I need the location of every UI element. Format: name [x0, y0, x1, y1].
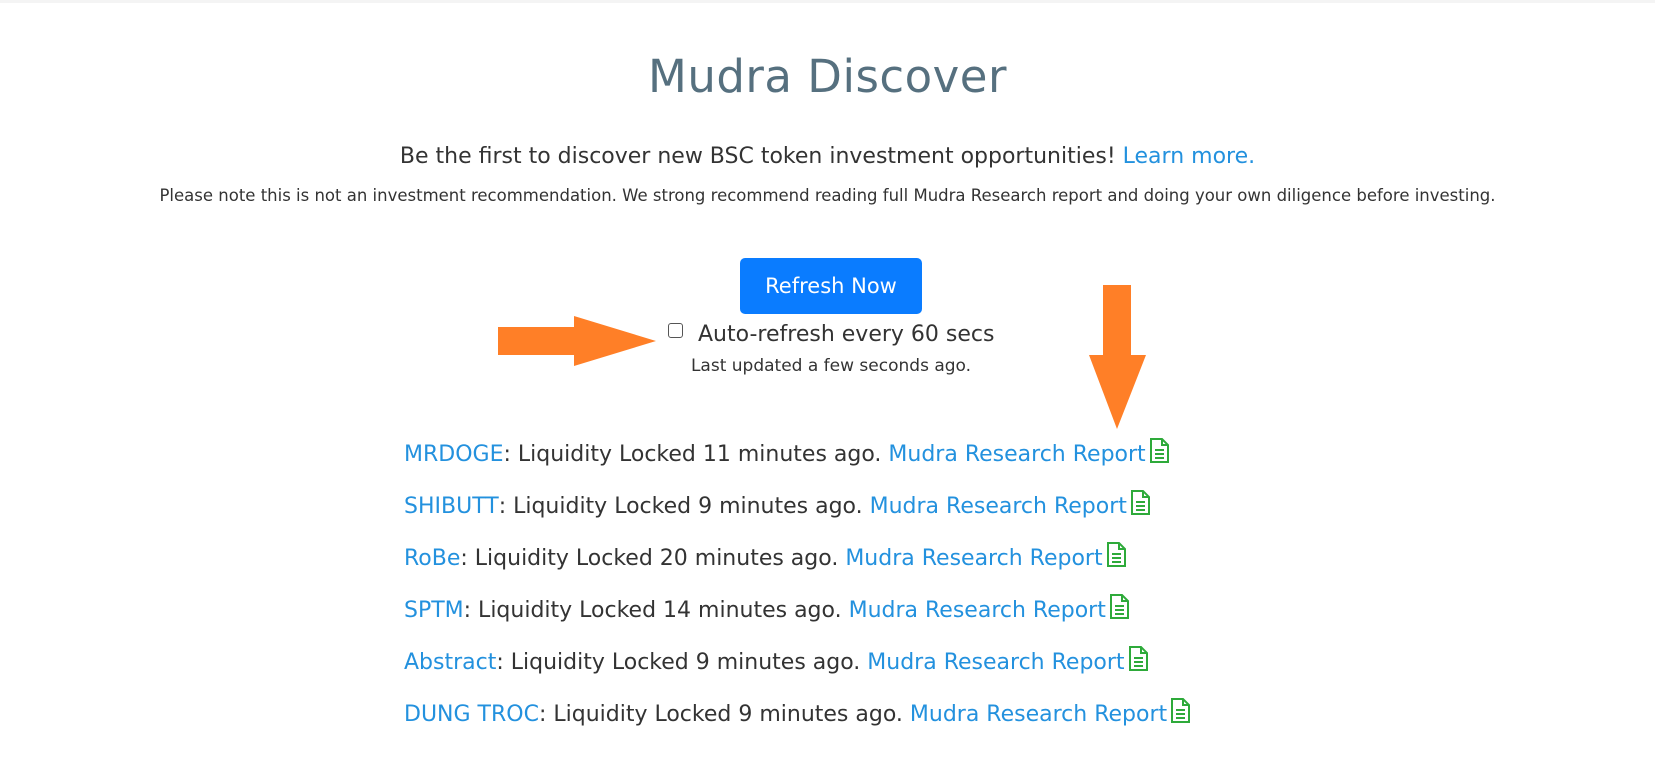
list-item: SHIBUTT : Liquidity Locked 9 minutes ago…: [404, 480, 1190, 532]
token-status: : Liquidity Locked 20 minutes ago.: [460, 545, 846, 571]
page: Mudra Discover Be the first to discover …: [0, 0, 1655, 763]
list-item: SPTM : Liquidity Locked 14 minutes ago. …: [404, 584, 1190, 636]
list-item: RoBe : Liquidity Locked 20 minutes ago. …: [404, 532, 1190, 584]
tagline: Be the first to discover new BSC token i…: [0, 144, 1655, 169]
token-status: : Liquidity Locked 11 minutes ago.: [503, 441, 889, 467]
report-link[interactable]: Mudra Research Report: [888, 442, 1145, 467]
learn-more-link[interactable]: Learn more.: [1123, 144, 1255, 169]
report-link[interactable]: Mudra Research Report: [845, 546, 1102, 571]
token-link[interactable]: RoBe: [404, 546, 460, 571]
file-text-icon[interactable]: [1128, 645, 1148, 671]
autorefresh-toggle[interactable]: Auto-refresh every 60 secs: [668, 318, 994, 350]
report-link[interactable]: Mudra Research Report: [870, 494, 1127, 519]
token-status: : Liquidity Locked 9 minutes ago.: [498, 493, 870, 519]
report-link[interactable]: Mudra Research Report: [910, 702, 1167, 727]
token-link[interactable]: DUNG TROC: [404, 702, 539, 727]
token-status: : Liquidity Locked 14 minutes ago.: [463, 597, 849, 623]
token-link[interactable]: SHIBUTT: [404, 494, 499, 519]
report-link[interactable]: Mudra Research Report: [867, 650, 1124, 675]
list-item: DUNG TROC : Liquidity Locked 9 minutes a…: [404, 688, 1191, 740]
page-title: Mudra Discover: [648, 50, 1007, 103]
tagline-text: Be the first to discover new BSC token i…: [399, 144, 1116, 169]
last-updated-text: Last updated a few seconds ago.: [690, 356, 972, 376]
report-link[interactable]: Mudra Research Report: [849, 598, 1106, 623]
arrow-icon: [1089, 285, 1146, 429]
file-text-icon[interactable]: [1109, 593, 1129, 619]
arrow-icon: [498, 316, 656, 366]
token-status: : Liquidity Locked 9 minutes ago.: [496, 649, 868, 675]
autorefresh-label: Auto-refresh every 60 secs: [698, 321, 995, 347]
refresh-now-button[interactable]: Refresh Now: [740, 258, 922, 314]
file-text-icon[interactable]: [1171, 697, 1191, 723]
token-list: MRDOGE : Liquidity Locked 11 minutes ago…: [404, 428, 1191, 740]
token-link[interactable]: Abstract: [404, 650, 496, 675]
list-item: Abstract : Liquidity Locked 9 minutes ag…: [404, 636, 1190, 688]
autorefresh-checkbox[interactable]: [668, 322, 683, 338]
file-text-icon[interactable]: [1130, 489, 1150, 515]
top-divider: [0, 0, 1655, 3]
token-status: : Liquidity Locked 9 minutes ago.: [538, 701, 910, 727]
file-text-icon[interactable]: [1106, 541, 1126, 567]
token-link[interactable]: SPTM: [404, 598, 464, 623]
disclaimer-text: Please note this is not an investment re…: [159, 186, 1496, 205]
list-item: MRDOGE : Liquidity Locked 11 minutes ago…: [404, 428, 1190, 480]
file-text-icon[interactable]: [1149, 437, 1169, 463]
token-link[interactable]: MRDOGE: [404, 442, 503, 467]
